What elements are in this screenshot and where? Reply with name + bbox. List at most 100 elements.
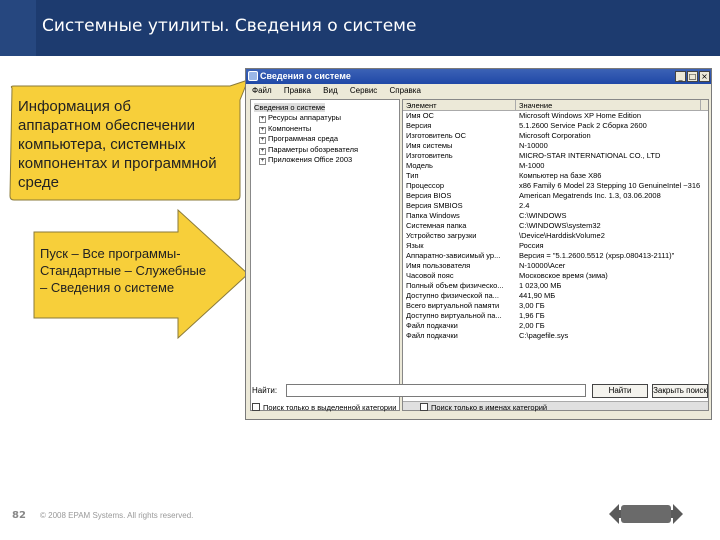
row-value: 441,90 МБ — [519, 291, 556, 300]
epam-logo — [609, 504, 683, 524]
row-value: Компьютер на базе X86 — [519, 171, 602, 180]
row-value: 3,00 ГБ — [519, 301, 545, 310]
checkbox-icon[interactable] — [252, 403, 260, 411]
table-row[interactable]: Папка Windows C:\WINDOWS — [403, 211, 708, 221]
table-row[interactable]: Модель M-1000 — [403, 161, 708, 171]
row-value: Microsoft Windows XP Home Edition — [519, 111, 641, 120]
tree-item-browser[interactable]: + Параметры обозревателя — [251, 145, 399, 156]
table-row[interactable]: Аппаратно-зависимый ур... Версия = "5.1.2… — [403, 251, 708, 261]
row-value: 1,96 ГБ — [519, 311, 545, 320]
row-item: Файл подкачки — [406, 331, 458, 340]
find-input[interactable] — [286, 384, 586, 397]
table-row[interactable]: Имя системы N-10000 — [403, 141, 708, 151]
title-stripe — [0, 0, 36, 56]
row-value: 2,00 ГБ — [519, 321, 545, 330]
table-row[interactable]: Доступно виртуальной па... 1,96 ГБ — [403, 311, 708, 321]
row-value: x86 Family 6 Model 23 Stepping 10 Genuin… — [519, 181, 701, 190]
table-row[interactable]: Язык Россия — [403, 241, 708, 251]
table-row[interactable]: Системная папка C:\WINDOWS\system32 — [403, 221, 708, 231]
callout-top-text: Информация об аппаратном обеспечении ком… — [18, 98, 217, 191]
row-value: Версия = "5.1.2600.5512 (xpsp.080413-211… — [519, 251, 675, 260]
table-row[interactable]: Доступно физической па... 441,90 МБ — [403, 291, 708, 301]
row-item: Доступно виртуальной па... — [406, 311, 502, 320]
tree-root[interactable]: Сведения о системе — [251, 100, 399, 113]
row-item: Аппаратно-зависимый ур... — [406, 251, 501, 260]
row-value: 2.4 — [519, 201, 530, 210]
find-button[interactable]: Найти — [592, 384, 648, 398]
row-item: Полный объем физическо... — [406, 281, 504, 290]
table-row[interactable]: Тип Компьютер на базе X86 — [403, 171, 708, 181]
row-value: Microsoft Corporation — [519, 131, 591, 140]
row-value: C:\pagefile.sys — [519, 331, 569, 340]
expand-icon[interactable]: + — [259, 147, 266, 155]
menu-edit[interactable]: Правка — [284, 86, 311, 95]
table-row[interactable]: Имя пользователя N-10000\Acer — [403, 261, 708, 271]
row-item: Версия — [406, 121, 432, 130]
expand-icon[interactable]: + — [259, 137, 266, 144]
tree-item-software[interactable]: + Программная среда — [251, 134, 399, 145]
checkbox-icon[interactable] — [420, 403, 428, 411]
title-band: Системные утилиты. Сведения о системе — [0, 0, 720, 56]
table-row[interactable]: Часовой пояс Московское время (зима) — [403, 271, 708, 281]
row-value: 1 023,00 МБ — [519, 281, 562, 290]
tree-item-hardware[interactable]: + Ресурсы аппаратуры — [251, 113, 399, 124]
row-value: Московское время (зима) — [519, 271, 608, 280]
menu-view[interactable]: Вид — [323, 86, 337, 95]
table-row[interactable]: Всего виртуальной памяти 3,00 ГБ — [403, 301, 708, 311]
row-item: Версия BIOS — [406, 191, 452, 200]
details-header: Элемент Значение — [403, 100, 708, 111]
row-value: C:\WINDOWS — [519, 211, 567, 220]
row-item: Процессор — [406, 181, 445, 190]
menu-file[interactable]: Файл — [252, 86, 272, 95]
expand-icon[interactable]: + — [259, 116, 266, 123]
menu-tools[interactable]: Сервис — [350, 86, 377, 95]
minimize-button[interactable]: _ — [675, 71, 686, 82]
row-value: 5.1.2600 Service Pack 2 Сборка 2600 — [519, 121, 647, 130]
expand-icon[interactable]: + — [259, 158, 266, 165]
table-row[interactable]: Устройство загрузки \Device\HarddiskVolum… — [403, 231, 708, 241]
tree-item-office[interactable]: + Приложения Office 2003 — [251, 155, 399, 166]
row-value: \Device\HarddiskVolume2 — [519, 231, 605, 240]
row-value: M-1000 — [519, 161, 545, 170]
row-value: Россия — [519, 241, 544, 250]
window-titlebar[interactable]: Сведения о системе — [246, 69, 711, 84]
row-item: Файл подкачки — [406, 321, 458, 330]
category-tree: Сведения о системе + Ресурсы аппаратуры +… — [250, 99, 400, 411]
row-item: Изготовитель — [406, 151, 453, 160]
table-row[interactable]: Изготовитель MICRO-STAR INTERNATIONAL CO.… — [403, 151, 708, 161]
column-header-item[interactable]: Элемент — [403, 100, 516, 110]
tree-item-components[interactable]: + Компоненты — [251, 124, 399, 135]
close-button[interactable]: × — [699, 71, 710, 82]
find-label: Найти: — [252, 386, 278, 395]
system-info-window: Сведения о системе _ □ × Файл Правка Вид… — [245, 68, 712, 420]
row-item: Устройство загрузки — [406, 231, 477, 240]
row-item: Изготовитель ОС — [406, 131, 466, 140]
page-number: 82 — [12, 510, 26, 521]
menu-bar: Файл Правка Вид Сервис Справка — [246, 84, 711, 97]
search-selected-checkbox[interactable]: Поиск только в выделенной категории — [252, 403, 396, 412]
column-header-value[interactable]: Значение — [516, 100, 701, 110]
row-value: N-10000 — [519, 141, 548, 150]
table-row[interactable]: Файл подкачки 2,00 ГБ — [403, 321, 708, 331]
expand-icon[interactable]: + — [259, 126, 266, 134]
row-value: N-10000\Acer — [519, 261, 566, 270]
table-row[interactable]: Версия 5.1.2600 Service Pack 2 Сборка 260… — [403, 121, 708, 131]
table-row[interactable]: Версия SMBIOS 2.4 — [403, 201, 708, 211]
row-value: C:\WINDOWS\system32 — [519, 221, 601, 230]
table-row[interactable]: Файл подкачки C:\pagefile.sys — [403, 331, 708, 341]
close-find-button[interactable]: Закрыть поиск — [652, 384, 708, 398]
table-row[interactable]: Изготовитель ОС Microsoft Corporation — [403, 131, 708, 141]
row-item: Системная папка — [406, 221, 467, 230]
search-names-checkbox[interactable]: Поиск только в именах категорий — [420, 403, 547, 412]
maximize-button[interactable]: □ — [687, 71, 698, 82]
row-item: Тип — [406, 171, 419, 180]
table-row[interactable]: Имя ОС Microsoft Windows XP Home Edition — [403, 111, 708, 121]
row-item: Имя системы — [406, 141, 453, 150]
table-row[interactable]: Версия BIOS American Megatrends Inc. 1.3,… — [403, 191, 708, 201]
slide-title: Системные утилиты. Сведения о системе — [42, 16, 417, 36]
menu-help[interactable]: Справка — [390, 86, 421, 95]
row-item: Версия SMBIOS — [406, 201, 463, 210]
table-row[interactable]: Процессор x86 Family 6 Model 23 Stepping … — [403, 181, 708, 191]
row-item: Модель — [406, 161, 433, 170]
table-row[interactable]: Полный объем физическо... 1 023,00 МБ — [403, 281, 708, 291]
